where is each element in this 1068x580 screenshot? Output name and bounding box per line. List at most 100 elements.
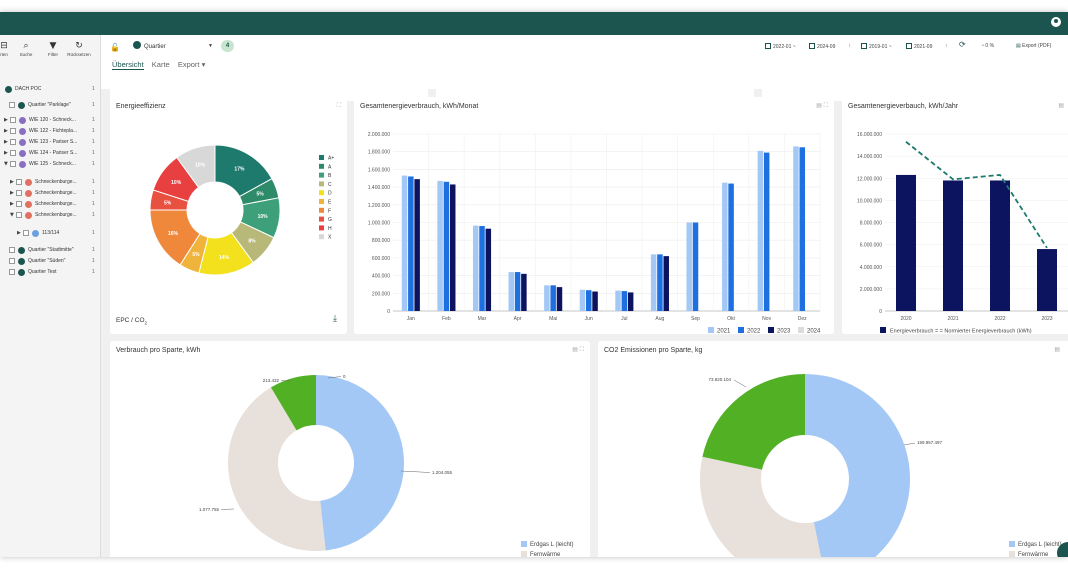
tree-item-label: Quartier "Stadtmitte" — [28, 247, 74, 253]
expand-arrow-icon[interactable]: ▶ — [10, 189, 14, 198]
tree-checkbox[interactable] — [10, 128, 16, 134]
epc-slice-label: 10% — [171, 180, 182, 186]
tree-item[interactable]: ▼ WIE 125 - Schneck... 1 — [0, 160, 100, 169]
tree-item[interactable]: Quartier "Parklage" 1 — [0, 101, 100, 110]
x-tick-label: 2020 — [900, 316, 911, 322]
tree-item[interactable]: ▶ WIE 124 - Pariser S... 1 — [0, 149, 100, 158]
x-tick-label: Mai — [549, 316, 557, 322]
yearly-bar-chart: 0 2.000.000 4.000.000 6.000.000 8.000.000 10.… — [857, 132, 1068, 334]
legend-label: D — [328, 191, 332, 197]
expand-arrow-icon[interactable]: ▼ — [4, 160, 8, 169]
bar — [579, 289, 586, 311]
date-filter-from-1[interactable]: 2022-01 ~ — [765, 43, 796, 50]
tree-item[interactable]: ▶ 113/114 1 — [0, 229, 100, 238]
epc-slice-label: 8% — [248, 239, 256, 245]
expand-icon[interactable]: ⛶ — [337, 102, 341, 110]
export-pdf-button[interactable]: ▤ Export (PDF) — [1016, 43, 1051, 49]
expand-arrow-icon[interactable]: ▼ — [10, 211, 14, 220]
tree-item[interactable]: ▼ Schneckenburge... 1 — [0, 211, 100, 220]
data-label: 213.432 — [263, 378, 280, 383]
download-icon[interactable]: ⤓ — [333, 314, 337, 324]
tree-item-label: WIE 123 - Pariser S... — [29, 139, 78, 145]
progress-ring-icon: ◔ — [981, 43, 985, 49]
date-filter-to-2[interactable]: 2021-09 — [906, 43, 932, 50]
quartier-icon — [133, 41, 141, 49]
tree-checkbox[interactable] — [23, 230, 29, 236]
tab-export[interactable]: Export ▾ — [178, 60, 206, 69]
tree-checkbox[interactable] — [10, 150, 16, 156]
tree-item-count: 1 — [92, 161, 95, 167]
bar — [896, 174, 916, 311]
legend-label: 2021 — [717, 329, 731, 335]
date-filter-to-1[interactable]: 2024-09 — [809, 43, 835, 50]
tree-item[interactable]: ▶ WIE 122 - Fichtepla... 1 — [0, 127, 100, 136]
tree-checkbox[interactable] — [10, 139, 16, 145]
bar — [663, 256, 669, 311]
expand-arrow-icon[interactable]: ▶ — [17, 229, 21, 238]
reset-button[interactable]: ↻ Rücksetzen — [67, 40, 91, 57]
tree-item[interactable]: ▶ Schneckenburge... 1 — [0, 200, 100, 209]
data-label: 1.204.055 — [432, 470, 453, 475]
tree-item[interactable]: Quartier "Stadtmitte" 1 — [0, 246, 100, 255]
y-tick-label: 200.000 — [372, 291, 390, 297]
expand-arrow-icon[interactable]: ▶ — [4, 149, 8, 158]
tab-karte[interactable]: Karte — [152, 60, 170, 69]
tree-item[interactable]: ▶ WIE 120 - Schneck... 1 — [0, 116, 100, 125]
refresh-icon[interactable]: ⟳ — [959, 40, 966, 49]
bar — [556, 287, 563, 311]
expand-arrow-icon[interactable]: ▶ — [10, 178, 14, 187]
legend-label: H — [328, 226, 332, 232]
epc-slice-label: 5% — [164, 200, 172, 206]
tree-checkbox[interactable] — [9, 247, 15, 253]
tree-item[interactable]: Quartier Test 1 — [0, 268, 100, 277]
quartier-count-badge: 4 — [221, 40, 234, 52]
tree-checkbox[interactable] — [16, 179, 22, 185]
expand-arrow-icon[interactable]: ▶ — [4, 138, 8, 147]
legend-label: Erdgas L (leicht) — [530, 542, 573, 548]
expand-arrow-icon[interactable]: ▶ — [10, 200, 14, 209]
tree-checkbox[interactable] — [10, 117, 16, 123]
tree-checkbox[interactable] — [16, 201, 22, 207]
tree-item[interactable]: ▶ Schneckenburge... 1 — [0, 189, 100, 198]
header: 🔓 Quartier ▼ 4 Übersicht Karte Export ▾ 2… — [101, 35, 1068, 89]
x-tick-label: Jan — [407, 316, 415, 322]
legend-label: Fernwärme — [530, 552, 561, 557]
tree-item[interactable]: ▶ Schneckenburge... 1 — [0, 178, 100, 187]
filter-button[interactable]: ▼ Filter — [41, 40, 65, 57]
tree-checkbox[interactable] — [16, 212, 22, 218]
tree-checkbox[interactable] — [9, 269, 15, 275]
tree-item-count: 1 — [92, 212, 95, 218]
expand-arrow-icon[interactable]: ▶ — [4, 127, 8, 136]
tree-item[interactable]: ▶ WIE 123 - Pariser S... 1 — [0, 138, 100, 147]
tree-item-count: 1 — [92, 102, 95, 108]
y-tick-label: 1.600.000 — [368, 167, 390, 173]
data-label: 1.077.755 — [199, 507, 220, 512]
tree-item-label: Schneckenburge... — [35, 212, 77, 218]
x-tick-label: Jul — [621, 316, 627, 322]
tree-checkbox[interactable] — [9, 258, 15, 264]
bar — [763, 152, 770, 311]
search-button[interactable]: ⌕ Suche — [14, 40, 38, 57]
quartier-select[interactable]: Quartier ▼ — [133, 41, 213, 52]
sparte-slice — [316, 375, 405, 551]
legend-swatch — [798, 327, 804, 333]
y-tick-label: 0 — [879, 309, 882, 315]
bar — [728, 183, 734, 311]
tab-uebersicht[interactable]: Übersicht — [112, 60, 144, 70]
x-tick-label: 2023 — [1041, 316, 1052, 322]
expand-arrow-icon[interactable]: ▶ — [4, 116, 8, 125]
normalized-line — [905, 141, 1048, 249]
location-icon — [19, 161, 26, 168]
tree-item[interactable]: DACH POC 1 — [0, 85, 100, 94]
tree-checkbox[interactable] — [10, 161, 16, 167]
tree-checkbox[interactable] — [16, 190, 22, 196]
y-tick-label: 8.000.000 — [860, 221, 882, 227]
y-tick-label: 0 — [387, 309, 390, 315]
tree-checkbox[interactable] — [9, 102, 15, 108]
date-filter-from-2[interactable]: 2019-01 ~ — [861, 43, 892, 50]
legend-swatch — [1009, 541, 1015, 547]
tree-item[interactable]: Quartier "Süden" 1 — [0, 257, 100, 266]
user-account-icon[interactable] — [1051, 17, 1061, 27]
unlock-icon[interactable]: 🔓 — [110, 43, 120, 52]
legend-label: A — [328, 164, 332, 170]
